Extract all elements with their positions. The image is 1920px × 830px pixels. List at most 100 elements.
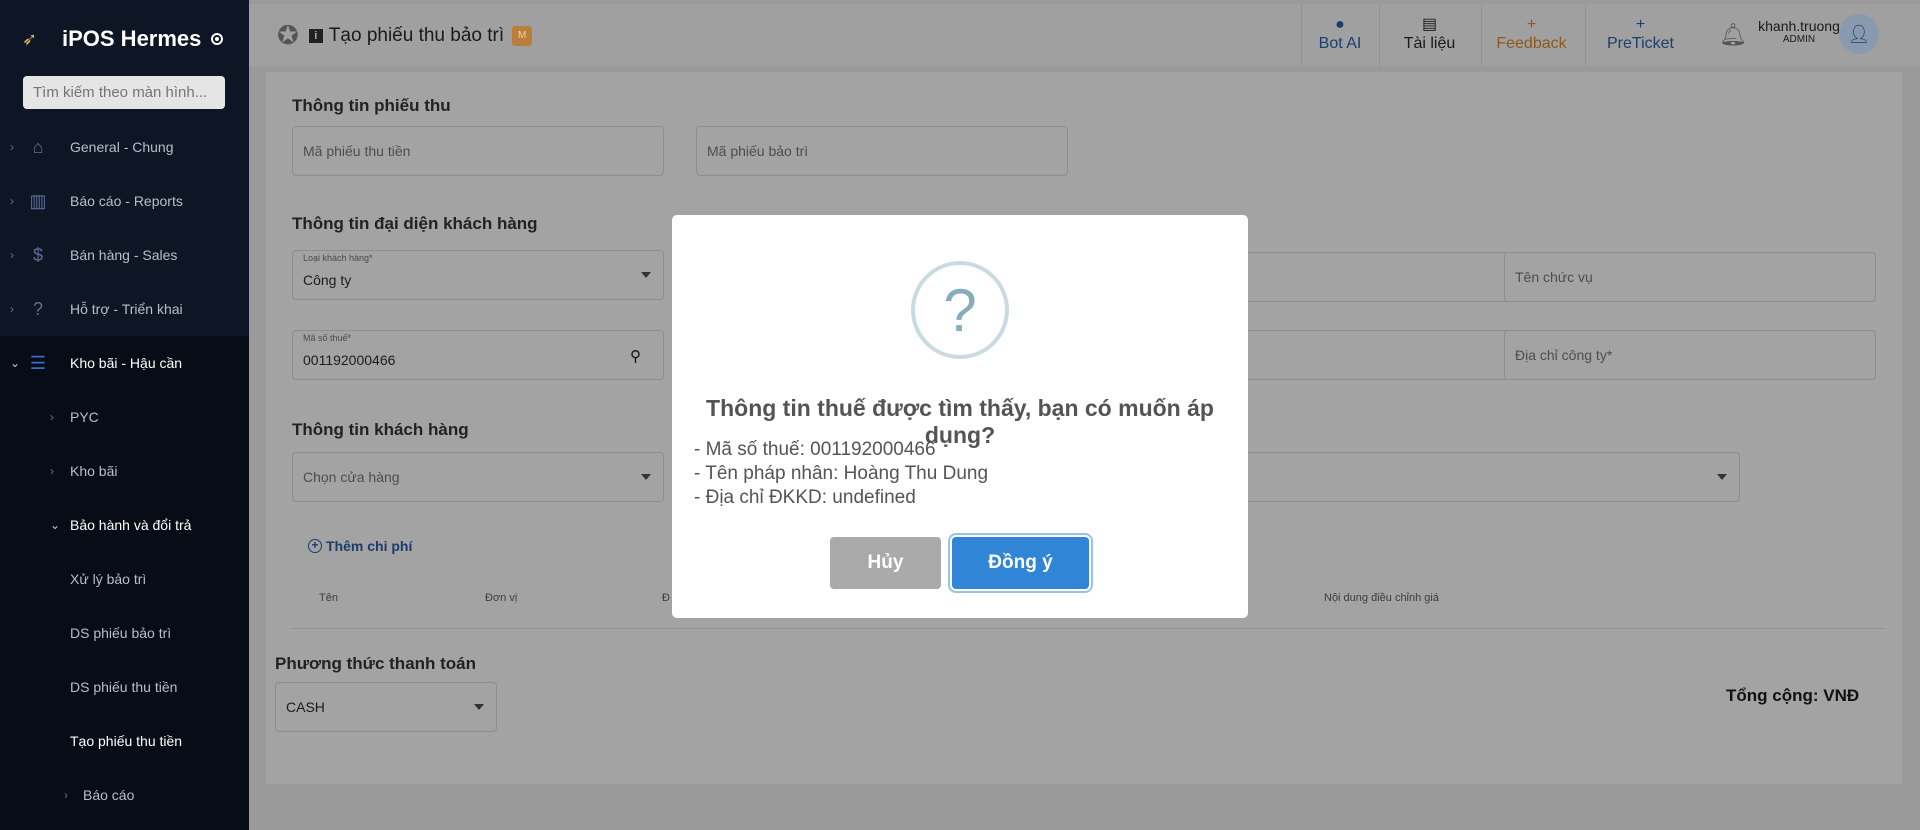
cancel-button[interactable]: Hủy	[830, 537, 941, 589]
plus-icon: +	[1526, 16, 1537, 33]
home-icon: ⌂	[32, 136, 44, 157]
brand[interactable]: ➶ iPOS Hermes	[22, 26, 224, 52]
table-header-unit: Đơn vị	[485, 592, 518, 604]
chevron-right-icon: ›	[10, 140, 14, 154]
sidebar-item-label: Xử lý bảo trì	[70, 571, 147, 587]
bot-ai-label: Bot AI	[1318, 35, 1362, 52]
chevron-right-icon: ›	[10, 194, 14, 208]
maintenance-code-field[interactable]: Mã phiếu bảo trì	[696, 126, 1068, 176]
section-receipt-title: Thông tin phiếu thu	[292, 96, 451, 115]
sidebar-item-label: Bán hàng - Sales	[70, 247, 178, 263]
add-cost-button[interactable]: + Thêm chi phí	[308, 538, 412, 554]
bot-ai-button[interactable]: ● Bot AI	[1301, 4, 1378, 66]
chevron-right-icon: ›	[50, 464, 54, 478]
sidebar-search-input[interactable]	[23, 76, 225, 109]
dialog-tax-code-line: - Mã số thuế: 001192000466	[694, 439, 936, 460]
sidebar-item-maintenance-process[interactable]: Xử lý bảo trì	[0, 552, 249, 606]
star-icon[interactable]: ✪	[277, 20, 299, 51]
chevron-right-icon: ›	[64, 788, 68, 802]
user-role: ADMIN	[1782, 34, 1816, 45]
sidebar-item-create-receipt[interactable]: Tạo phiếu thu tiền	[0, 714, 249, 768]
sidebar-item-maintenance-list[interactable]: DS phiếu bảo trì	[0, 606, 249, 660]
docs-label: Tài liệu	[1403, 35, 1456, 52]
chevron-right-icon: ›	[10, 302, 14, 316]
sidebar-item-label: Hỗ trợ - Triển khai	[70, 301, 183, 317]
sidebar-item-label: Bảo hành và đổi trả	[70, 517, 192, 533]
search-icon[interactable]: ⚲	[630, 347, 641, 365]
maintenance-code-placeholder: Mã phiếu bảo trì	[707, 143, 809, 159]
mode-badge: M	[512, 25, 533, 46]
sidebar-item-kho-bai[interactable]: › Kho bãi	[0, 444, 249, 498]
plus-circle-icon: +	[308, 539, 322, 553]
payment-method-select[interactable]: CASH	[275, 682, 497, 732]
company-address-placeholder: Địa chỉ công ty*	[1515, 347, 1613, 363]
feedback-button[interactable]: + Feedback	[1481, 4, 1581, 66]
chevron-right-icon: ›	[50, 410, 54, 424]
sidebar-item-receipt-list[interactable]: DS phiếu thu tiền	[0, 660, 249, 714]
caret-down-icon	[1717, 474, 1727, 480]
dialog-legal-name-line: - Tên pháp nhân: Hoàng Thu Dung	[694, 463, 989, 484]
caret-down-icon	[641, 272, 651, 278]
receipt-code-field[interactable]: Mã phiếu thu tiền	[292, 126, 664, 176]
radio-icon[interactable]	[211, 33, 224, 45]
docs-button[interactable]: ▤ Tài liệu	[1379, 4, 1479, 66]
sidebar-item-label: Báo cáo	[83, 787, 135, 803]
company-address-field[interactable]: Địa chỉ công ty*	[1504, 330, 1876, 380]
page-title-text: Tạo phiếu thu bảo trì	[328, 24, 505, 46]
caret-down-icon	[641, 474, 651, 480]
page-title: ✪ i Tạo phiếu thu bảo trì M	[277, 20, 533, 51]
logo-icon: ➶	[22, 29, 38, 49]
chevron-right-icon: ›	[10, 248, 14, 262]
sidebar-item-label: Kho bãi	[70, 463, 118, 479]
position-field[interactable]: Tên chức vụ	[1504, 252, 1876, 302]
customer-type-select[interactable]: Loại khách hàng* Công ty	[292, 250, 664, 300]
store-select[interactable]: Chọn cửa hàng	[292, 452, 664, 502]
plus-icon: +	[1635, 16, 1646, 33]
user-info[interactable]: khanh.truong ADMIN	[1749, 18, 1849, 45]
dialog-address-line: - Địa chỉ ĐKKD: undefined	[694, 487, 916, 508]
payment-method-value: CASH	[286, 699, 325, 715]
sidebar-item-label: General - Chung	[70, 139, 174, 155]
tax-code-field[interactable]: Mã số thuế* 001192000466 ⚲	[292, 330, 664, 380]
book-icon: ▤	[1421, 16, 1438, 33]
chevron-down-icon: ⌄	[10, 356, 21, 370]
tax-code-value: 001192000466	[303, 352, 396, 368]
table-header-price: Đ	[662, 592, 670, 604]
receipt-code-placeholder: Mã phiếu thu tiền	[303, 143, 411, 159]
sidebar-item-report[interactable]: › Báo cáo	[0, 768, 249, 822]
sidebar-item-warehouse[interactable]: ⌄ ☰ Kho bãi - Hậu cần	[0, 336, 249, 390]
customer-type-value: Công ty	[303, 272, 352, 288]
store-placeholder: Chọn cửa hàng	[303, 469, 400, 485]
customer-type-label: Loại khách hàng*	[303, 253, 373, 263]
sidebar-item-general[interactable]: › ⌂ General - Chung	[0, 120, 249, 174]
chat-icon: ●	[1335, 16, 1345, 33]
dialog-details: - Mã số thuế: 001192000466 - Tên pháp nh…	[694, 438, 988, 510]
sidebar-item-label: DS phiếu thu tiền	[70, 679, 178, 695]
bell-icon[interactable]: 🔔︎	[1719, 22, 1747, 48]
sidebar-item-label: DS phiếu bảo trì	[70, 625, 172, 641]
sidebar-item-sales[interactable]: › $ Bán hàng - Sales	[0, 228, 249, 282]
table-divider	[292, 628, 1884, 629]
sidebar-item-label: Báo cáo - Reports	[70, 193, 183, 209]
question-icon: ?	[911, 261, 1009, 359]
sidebar-item-support[interactable]: › ? Hỗ trợ - Triển khai	[0, 282, 249, 336]
sidebar: ➶ iPOS Hermes › ⌂ General - Chung › ▥ Bá…	[0, 0, 249, 830]
table-header-name: Tên	[319, 592, 338, 604]
help-icon: ?	[32, 298, 43, 319]
sidebar-item-label: PYC	[70, 409, 99, 425]
section-rep-title: Thông tin đại diện khách hàng	[292, 214, 538, 233]
sidebar-item-pyc[interactable]: › PYC	[0, 390, 249, 444]
sidebar-item-warranty[interactable]: ⌄ Bảo hành và đổi trả	[0, 498, 249, 552]
info-icon[interactable]: i	[308, 28, 323, 43]
preticket-label: PreTicket	[1607, 35, 1674, 52]
list-icon: ☰	[29, 352, 47, 373]
confirm-button[interactable]: Đồng ý	[952, 537, 1089, 589]
tax-code-label: Mã số thuế*	[303, 333, 352, 343]
user-icon: 👤︎	[1847, 23, 1871, 44]
avatar[interactable]: 👤︎	[1839, 14, 1879, 54]
add-cost-label: Thêm chi phí	[326, 538, 413, 554]
bar-chart-icon: ▥	[29, 190, 47, 211]
preticket-button[interactable]: + PreTicket	[1585, 4, 1695, 66]
position-placeholder: Tên chức vụ	[1515, 269, 1593, 285]
sidebar-item-reports[interactable]: › ▥ Báo cáo - Reports	[0, 174, 249, 228]
